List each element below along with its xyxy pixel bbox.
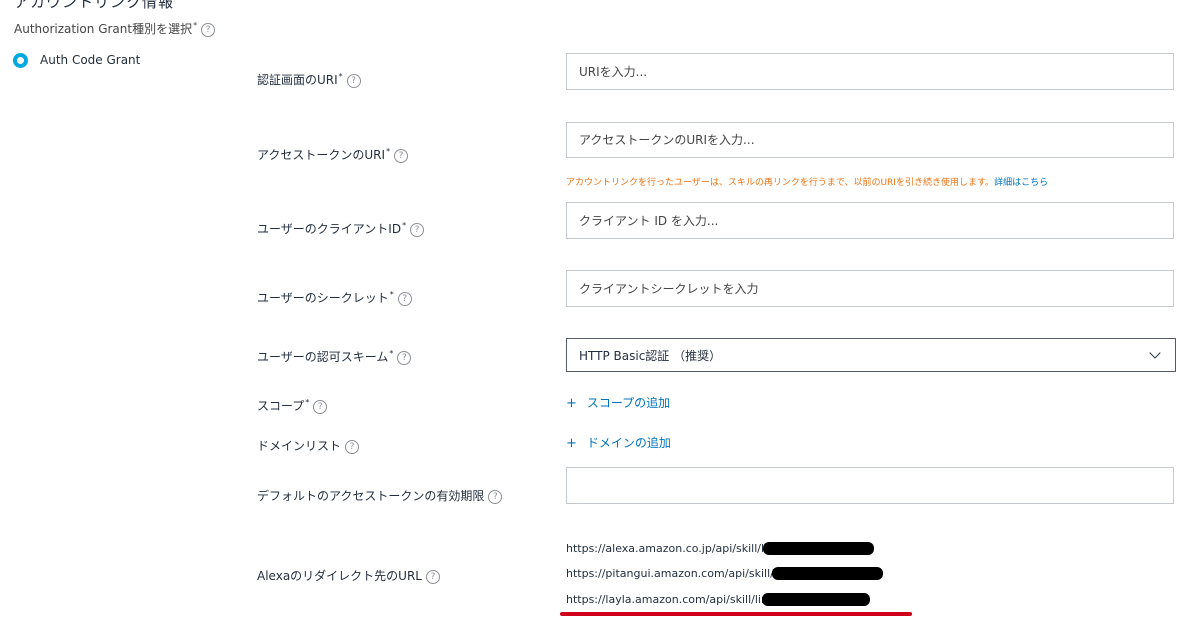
question-circle-icon[interactable]: ? (345, 439, 360, 454)
required-mark: * (386, 147, 391, 156)
token-uri-input[interactable] (566, 122, 1174, 158)
client-id-label-text: ユーザーのクライアントID (257, 222, 402, 236)
auth-code-grant-label[interactable]: Auth Code Grant (40, 53, 140, 67)
auth-scheme-value: HTTP Basic認証 （推奨） (579, 348, 722, 363)
question-circle-icon[interactable]: ? (397, 291, 412, 306)
default-expiry-label-text: デフォルトのアクセストークンの有効期限 (257, 489, 485, 503)
auth-scheme-label-text: ユーザーの認可スキーム (257, 350, 389, 364)
question-circle-icon[interactable]: ? (313, 399, 328, 414)
scope-label: スコープ*? (257, 397, 328, 414)
add-domain-label: ドメインの追加 (586, 436, 671, 450)
redirect-url-3: https://layla.amazon.com/api/skill/link (566, 593, 774, 606)
redirect-url-text: https://layla.amazon.com/api/skill/link (566, 593, 775, 606)
add-scope-label: スコープの追加 (586, 396, 671, 410)
question-circle-icon[interactable]: ? (346, 73, 361, 88)
client-secret-label-text: ユーザーのシークレット (257, 291, 389, 305)
required-mark: * (338, 72, 343, 81)
grant-type-label: Authorization Grant種別を選択*? (14, 20, 216, 37)
redirect-url-2: https://pitangui.amazon.com/api/skill/li… (566, 567, 787, 580)
redirect-url-text: https://alexa.amazon.co.jp/api/skill/lin… (566, 542, 781, 555)
chevron-down-icon (1149, 347, 1161, 359)
question-circle-icon[interactable]: ? (488, 489, 503, 504)
redaction-mark (772, 567, 883, 580)
client-id-input[interactable] (566, 202, 1174, 239)
redirect-url-label: Alexaのリダイレクト先のURL? (257, 567, 440, 584)
auth-uri-label: 認証画面のURI*? (257, 71, 361, 88)
plus-icon: + (566, 436, 577, 451)
client-secret-input[interactable] (566, 270, 1174, 307)
redaction-mark (762, 593, 870, 606)
details-link[interactable]: 詳細はこちら (994, 178, 1048, 188)
section-title: アカウントリンク情報 (14, 0, 175, 11)
redirect-url-text: https://pitangui.amazon.com/api/skill/li… (566, 567, 787, 580)
annotation-underline (560, 612, 912, 616)
redirect-url-label-text: Alexaのリダイレクト先のURL (257, 569, 422, 583)
auth-scheme-label: ユーザーの認可スキーム*? (257, 348, 412, 365)
client-id-label: ユーザーのクライアントID*? (257, 220, 425, 237)
add-domain-link[interactable]: + ドメインの追加 (566, 434, 671, 451)
scope-label-text: スコープ (257, 399, 305, 413)
default-expiry-input[interactable] (566, 467, 1174, 504)
required-mark: * (389, 290, 394, 299)
client-secret-label: ユーザーのシークレット*? (257, 289, 412, 306)
question-circle-icon[interactable]: ? (201, 22, 216, 37)
add-scope-link[interactable]: + スコープの追加 (566, 394, 670, 411)
radio-auth-code-grant[interactable] (13, 53, 28, 68)
redaction-mark (763, 542, 874, 555)
token-uri-label: アクセストークンのURI*? (257, 146, 409, 163)
required-mark: * (389, 349, 394, 358)
question-circle-icon[interactable]: ? (394, 148, 409, 163)
required-mark: * (193, 21, 198, 30)
default-expiry-label: デフォルトのアクセストークンの有効期限? (257, 487, 503, 504)
token-uri-warning: アカウントリンクを行ったユーザーは、スキルの再リンクを行うまで、以前のURIを引… (566, 175, 1048, 188)
question-circle-icon[interactable]: ? (410, 222, 425, 237)
required-mark: * (402, 221, 407, 230)
redirect-url-1: https://alexa.amazon.co.jp/api/skill/lin… (566, 542, 780, 555)
token-uri-label-text: アクセストークンのURI (257, 148, 386, 162)
auth-uri-label-text: 認証画面のURI (257, 73, 338, 87)
question-circle-icon[interactable]: ? (397, 350, 412, 365)
auth-uri-input[interactable] (566, 53, 1174, 90)
plus-icon: + (566, 396, 577, 411)
domain-list-label-text: ドメインリスト (257, 439, 342, 453)
token-uri-warning-text: アカウントリンクを行ったユーザーは、スキルの再リンクを行うまで、以前のURIを引… (566, 178, 995, 188)
domain-list-label: ドメインリスト? (257, 437, 360, 454)
auth-scheme-select[interactable]: HTTP Basic認証 （推奨） (566, 338, 1176, 372)
grant-type-label-text: Authorization Grant種別を選択 (14, 22, 193, 36)
question-circle-icon[interactable]: ? (425, 569, 440, 584)
required-mark: * (305, 398, 310, 407)
